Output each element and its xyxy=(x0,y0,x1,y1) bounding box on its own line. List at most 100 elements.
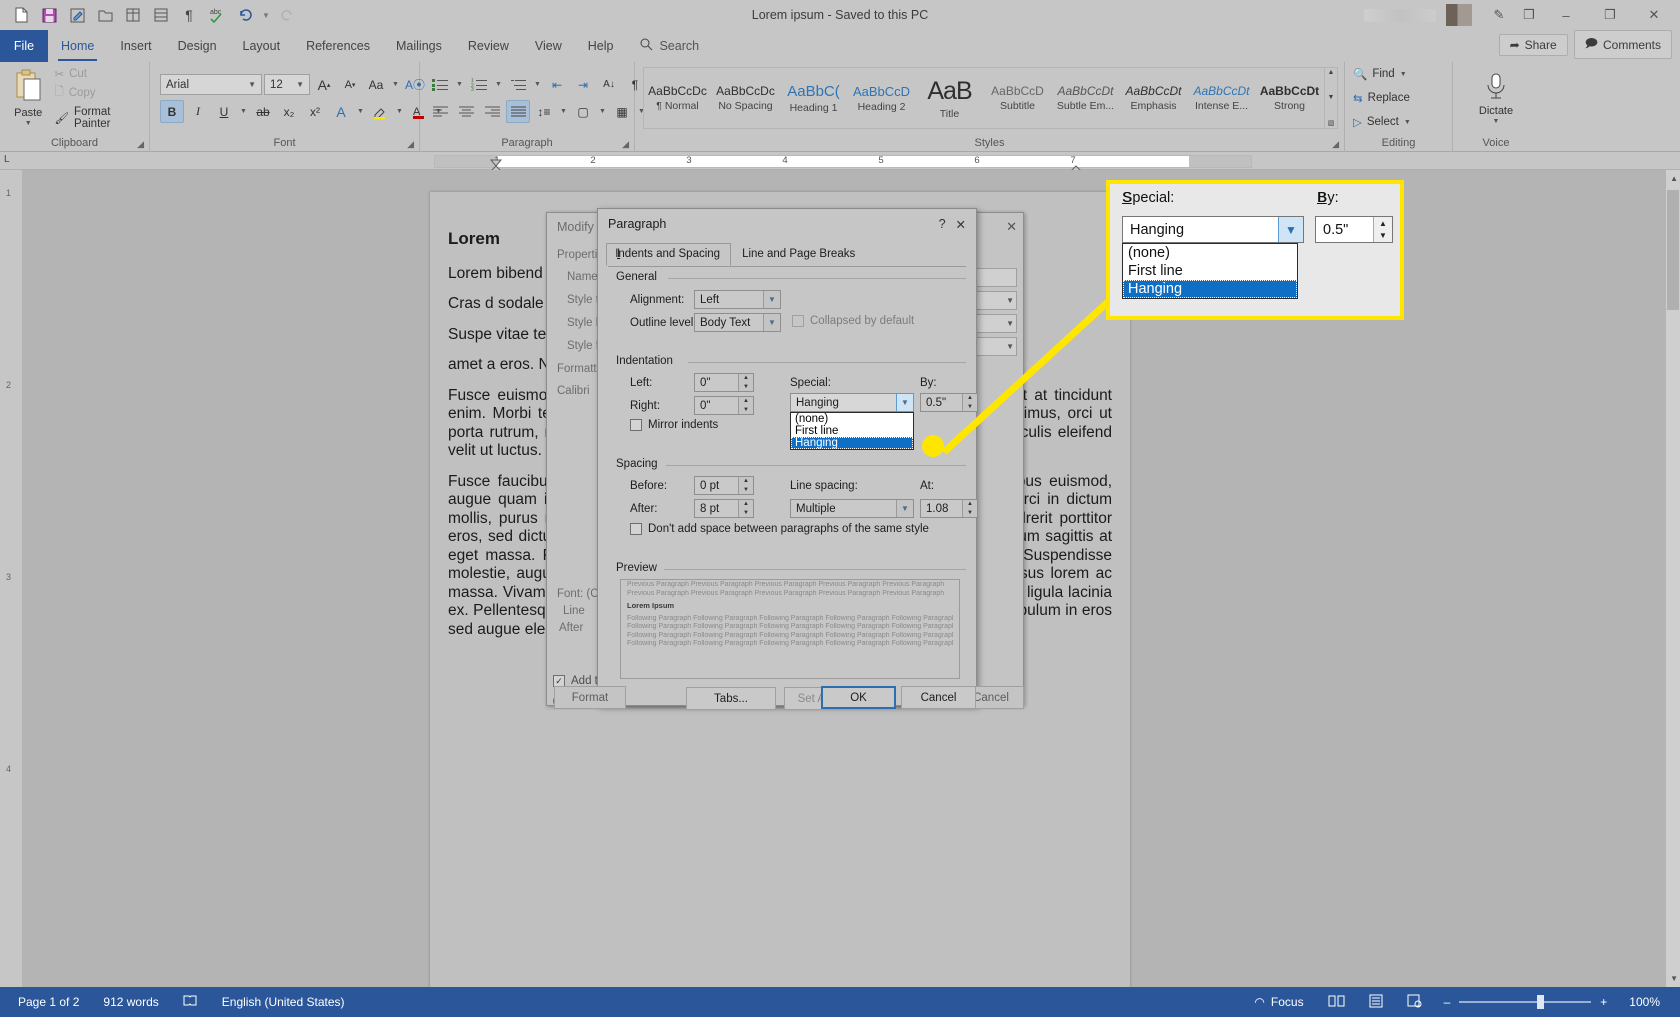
font-name-combo[interactable]: Arial ▼ xyxy=(160,74,262,95)
mirror-indents-checkbox[interactable]: Mirror indents xyxy=(630,419,718,431)
right-indent-spinner[interactable]: 0" ▲ ▼ xyxy=(694,396,754,415)
left-indent-spinner[interactable]: 0" ▲ ▼ xyxy=(694,373,754,392)
replace-button[interactable]: ⇆ Replace xyxy=(1353,88,1410,108)
styles-dialog-launcher-icon[interactable]: ◢ xyxy=(1332,139,1339,150)
zoom-out-button[interactable]: – xyxy=(1444,995,1451,1009)
font-size-combo[interactable]: 12 ▼ xyxy=(264,74,310,95)
proofing-status[interactable] xyxy=(171,987,210,1017)
callout-option-hanging[interactable]: Hanging xyxy=(1123,280,1297,298)
tab-view[interactable]: View xyxy=(522,30,575,62)
copy-button[interactable]: 🗋 Copy xyxy=(54,84,143,103)
cut-button[interactable]: ✂ Cut xyxy=(54,67,143,81)
tab-references[interactable]: References xyxy=(293,30,383,62)
chevron-down-icon[interactable]: ▼ xyxy=(763,314,780,331)
ruler-strip[interactable]: 1 2 3 4 5 6 7 xyxy=(434,155,1252,168)
chevron-down-icon[interactable]: ▼ xyxy=(1278,217,1303,242)
close-button[interactable]: ✕ xyxy=(1632,0,1676,30)
multilevel-list-icon[interactable] xyxy=(506,73,530,96)
justify-icon[interactable] xyxy=(506,100,530,123)
tab-design[interactable]: Design xyxy=(165,30,230,62)
find-button[interactable]: 🔍 Find ▼ xyxy=(1353,64,1407,84)
chevron-down-icon[interactable]: ▼ xyxy=(293,80,307,89)
spinner-up-icon[interactable]: ▲ xyxy=(739,500,753,509)
modify-style-format-button[interactable]: Format xyxy=(554,686,626,709)
language-indicator[interactable]: English (United States) xyxy=(210,987,357,1017)
zoom-level[interactable]: 100% xyxy=(1617,987,1674,1017)
special-dropdown[interactable]: Hanging ▼ xyxy=(790,393,914,412)
tab-help[interactable]: Help xyxy=(575,30,627,62)
spinner-down-icon[interactable]: ▼ xyxy=(739,486,753,495)
highlight-color-icon[interactable] xyxy=(368,100,392,123)
underline-caret[interactable]: ▼ xyxy=(238,100,249,123)
paragraph-dialog[interactable]: Paragraph ? ✕ IIndents and Spacing Line … xyxy=(597,208,978,710)
text-effects-icon[interactable]: A xyxy=(329,100,353,123)
tabs-button[interactable]: Tabs... xyxy=(686,687,776,710)
bullets-caret[interactable]: ▼ xyxy=(454,73,465,96)
alignment-dropdown[interactable]: Left ▼ xyxy=(694,290,781,309)
change-case-caret[interactable]: ▼ xyxy=(390,73,401,96)
style-heading-1[interactable]: AaBbC( Heading 1 xyxy=(780,68,848,128)
pen-icon[interactable]: ✎ xyxy=(1484,2,1514,28)
zoom-track[interactable] xyxy=(1459,995,1592,1009)
subscript-button[interactable]: x₂ xyxy=(277,100,301,123)
tab-file[interactable]: File xyxy=(0,30,48,62)
paste-button[interactable]: Paste ▼ xyxy=(6,69,50,127)
align-right-icon[interactable] xyxy=(480,100,504,123)
table-icon[interactable] xyxy=(120,3,146,27)
restore-button[interactable]: ❐ xyxy=(1588,0,1632,30)
spinner-up-icon[interactable]: ▲ xyxy=(739,397,753,406)
checkbox-icon[interactable] xyxy=(630,523,642,535)
at-spinner[interactable]: 1.08 ▲ ▼ xyxy=(920,499,978,518)
highlight-caret[interactable]: ▼ xyxy=(394,100,405,123)
spinner-down-icon[interactable]: ▼ xyxy=(963,509,977,518)
strikethrough-button[interactable]: ab xyxy=(251,100,275,123)
checkbox-icon[interactable] xyxy=(792,315,804,327)
page-indicator[interactable]: Page 1 of 2 xyxy=(6,987,91,1017)
callout-by-spinner[interactable]: 0.5" ▲ ▼ xyxy=(1315,216,1393,243)
font-dialog-launcher-icon[interactable]: ◢ xyxy=(407,139,414,150)
modify-style-close-icon[interactable]: ✕ xyxy=(1006,219,1017,235)
format-painter-button[interactable]: 🖌 Format Painter xyxy=(54,106,143,130)
multilevel-caret[interactable]: ▼ xyxy=(532,73,543,96)
spinner-down-icon[interactable]: ▼ xyxy=(739,383,753,392)
vertical-scrollbar[interactable]: ▲ ▼ xyxy=(1666,170,1680,987)
scroll-down-icon[interactable]: ▼ xyxy=(1328,94,1335,101)
decrease-indent-icon[interactable]: ⇤ xyxy=(545,73,569,96)
outline-level-dropdown[interactable]: Body Text ▼ xyxy=(694,313,781,332)
chevron-down-icon[interactable]: ▼ xyxy=(896,500,913,517)
zoom-in-button[interactable]: + xyxy=(1600,995,1607,1009)
focus-mode-button[interactable]: ◠ Focus xyxy=(1242,987,1315,1017)
dictate-button[interactable]: Dictate ▼ xyxy=(1463,71,1529,125)
paste-dropdown-caret[interactable]: ▼ xyxy=(25,120,32,127)
zoom-thumb[interactable] xyxy=(1537,995,1545,1009)
spinner-up-icon[interactable]: ▲ xyxy=(963,500,977,509)
scroll-down-arrow-icon[interactable]: ▼ xyxy=(1670,974,1678,983)
style-heading-2[interactable]: AaBbCcD Heading 2 xyxy=(848,68,916,128)
before-spinner[interactable]: 0 pt ▲ ▼ xyxy=(694,476,754,495)
chevron-down-icon[interactable]: ▼ xyxy=(1006,296,1014,305)
dont-add-space-checkbox[interactable]: Don't add space between paragraphs of th… xyxy=(630,523,929,535)
callout-option-first-line[interactable]: First line xyxy=(1123,262,1297,280)
styles-gallery-scroller[interactable]: ▲ ▼ ▧ xyxy=(1324,68,1337,128)
select-button[interactable]: ▷ Select ▼ xyxy=(1353,112,1411,132)
by-spinner[interactable]: 0.5" ▲ ▼ xyxy=(920,393,978,412)
text-effects-caret[interactable]: ▼ xyxy=(355,100,366,123)
paragraph-dialog-launcher-icon[interactable]: ◢ xyxy=(622,139,629,150)
ok-button[interactable]: OK xyxy=(821,686,896,709)
bold-button[interactable]: B xyxy=(160,100,184,123)
style-no-spacing[interactable]: AaBbCcDc No Spacing xyxy=(712,68,780,128)
callout-dropdown-list[interactable]: (none) First line Hanging xyxy=(1122,243,1298,299)
numbering-caret[interactable]: ▼ xyxy=(493,73,504,96)
increase-indent-icon[interactable]: ⇥ xyxy=(571,73,595,96)
after-spinner[interactable]: 8 pt ▲ ▼ xyxy=(694,499,754,518)
tab-indents-and-spacing[interactable]: IIndents and Spacing xyxy=(606,243,732,266)
style-title[interactable]: AaB Title xyxy=(916,68,984,128)
shading-caret[interactable]: ▼ xyxy=(597,100,608,123)
special-option-hanging[interactable]: Hanging xyxy=(791,437,913,449)
find-caret[interactable]: ▼ xyxy=(1400,71,1407,78)
bullets-icon[interactable] xyxy=(428,73,452,96)
callout-option-none[interactable]: (none) xyxy=(1123,244,1297,262)
paragraph-cancel-button[interactable]: Cancel xyxy=(901,686,976,709)
shrink-font-icon[interactable]: A ▾ xyxy=(338,73,362,96)
align-center-icon[interactable] xyxy=(454,100,478,123)
